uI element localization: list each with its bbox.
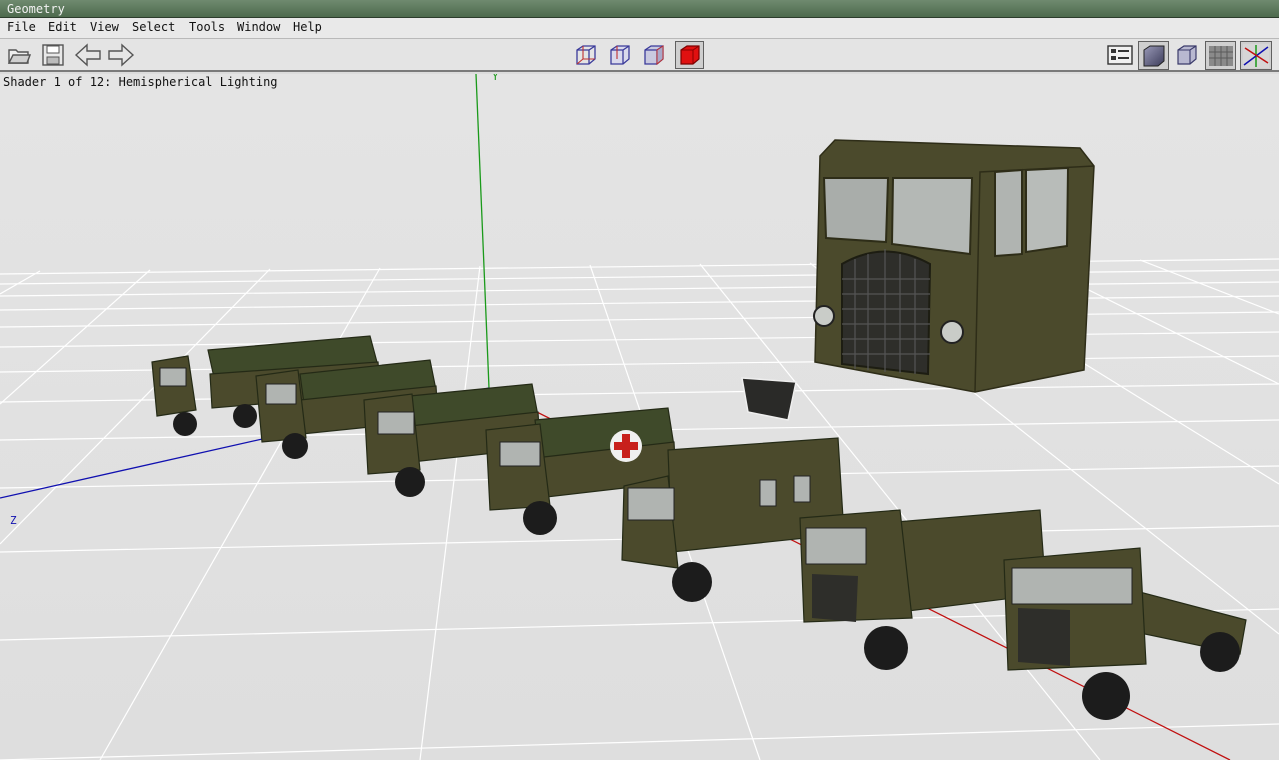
menu-bar: File Edit View Select Tools Window Help (0, 18, 1279, 39)
truck-cab-model (813, 139, 1095, 393)
cube-outline-button[interactable] (1174, 42, 1200, 68)
hidden-line-shader-button[interactable] (607, 42, 633, 68)
grid-icon (1208, 45, 1233, 66)
menu-tools[interactable]: Tools (189, 20, 225, 34)
z-axis-label: Z (10, 514, 17, 527)
3d-viewport[interactable]: Shader 1 of 12: Hemispherical Lighting Y… (0, 74, 1279, 760)
menu-window[interactable]: Window (237, 20, 280, 34)
open-button[interactable] (6, 42, 32, 68)
back-arrow-icon (74, 43, 101, 67)
forward-arrow-icon (108, 43, 135, 67)
wireframe-cube-icon (576, 45, 596, 65)
menu-help[interactable]: Help (293, 20, 322, 34)
forward-button[interactable] (106, 42, 136, 68)
solid-shader-button[interactable] (675, 41, 704, 69)
cube-outline-icon (1177, 45, 1197, 65)
axes-icon (1243, 43, 1269, 68)
menu-view[interactable]: View (90, 20, 119, 34)
back-button[interactable] (73, 42, 103, 68)
wireframe-shader-button[interactable] (573, 42, 599, 68)
scene-canvas (0, 74, 1279, 760)
smooth-shaded-cube-icon (1143, 45, 1164, 66)
window-title: Geometry (7, 2, 65, 16)
menu-select[interactable]: Select (132, 20, 175, 34)
menu-file[interactable]: File (7, 20, 36, 34)
panel-list-button[interactable] (1106, 42, 1134, 68)
y-axis-label: Y (492, 74, 499, 83)
smooth-shaded-button[interactable] (1138, 41, 1169, 70)
grid-toggle-button[interactable] (1205, 41, 1236, 70)
toolbar (0, 39, 1279, 72)
hidden-line-cube-icon (610, 45, 630, 65)
menu-edit[interactable]: Edit (48, 20, 77, 34)
panel-list-icon (1107, 45, 1133, 65)
window-title-bar: Geometry (0, 0, 1279, 18)
save-icon (42, 44, 64, 66)
shader-status-text: Shader 1 of 12: Hemispherical Lighting (3, 75, 278, 89)
flat-shader-button[interactable] (641, 42, 667, 68)
axes-toggle-button[interactable] (1240, 41, 1272, 70)
open-folder-icon (7, 49, 31, 64)
flat-cube-icon (644, 45, 664, 66)
save-button[interactable] (40, 42, 66, 68)
solid-red-cube-icon (679, 45, 700, 65)
